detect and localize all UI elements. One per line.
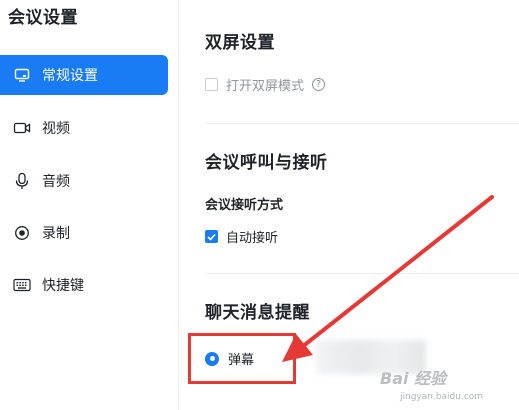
auto-answer-option[interactable]: 自动接听 xyxy=(205,227,278,246)
dual-screen-title: 双屏设置 xyxy=(205,33,275,53)
sidebar-item-label: 常规设置 xyxy=(42,68,98,84)
sidebar: 会议设置 常规设置 视频 音频 录制 快捷键 xyxy=(0,0,178,410)
dual-screen-checkbox[interactable] xyxy=(205,78,218,91)
sidebar-item-label: 视频 xyxy=(42,121,70,137)
microphone-icon xyxy=(12,171,32,191)
sidebar-divider xyxy=(178,0,179,410)
camera-icon xyxy=(12,118,32,138)
sidebar-item-label: 快捷键 xyxy=(42,278,84,294)
sidebar-item-record[interactable]: 录制 xyxy=(0,213,168,253)
help-icon[interactable]: ? xyxy=(312,78,326,91)
dual-screen-label: 打开双屏模式 xyxy=(226,79,305,94)
record-icon xyxy=(12,223,32,243)
sidebar-item-video[interactable]: 视频 xyxy=(0,108,168,148)
dual-screen-option[interactable]: 打开双屏模式 ? xyxy=(205,75,326,94)
annotation-box xyxy=(188,333,296,384)
monitor-icon xyxy=(12,65,32,85)
divider xyxy=(205,123,519,124)
chat-notify-title: 聊天消息提醒 xyxy=(205,303,310,323)
sidebar-title: 会议设置 xyxy=(8,8,78,28)
auto-answer-checkbox[interactable] xyxy=(205,230,218,243)
watermark-url: jingyan.baidu.com xyxy=(400,392,484,402)
sidebar-item-label: 音频 xyxy=(42,174,70,190)
sidebar-item-label: 录制 xyxy=(42,226,70,242)
auto-answer-label: 自动接听 xyxy=(226,231,279,246)
sidebar-item-audio[interactable]: 音频 xyxy=(0,161,168,201)
answer-method-subtitle: 会议接听方式 xyxy=(205,198,284,213)
call-answer-title: 会议呼叫与接听 xyxy=(205,153,328,173)
divider xyxy=(205,273,519,274)
check-icon xyxy=(207,233,216,241)
watermark-logo: Bai 经验 xyxy=(380,369,447,388)
keyboard-icon xyxy=(12,275,32,295)
sidebar-item-general[interactable]: 常规设置 xyxy=(0,55,168,95)
sidebar-item-shortcuts[interactable]: 快捷键 xyxy=(0,265,168,305)
